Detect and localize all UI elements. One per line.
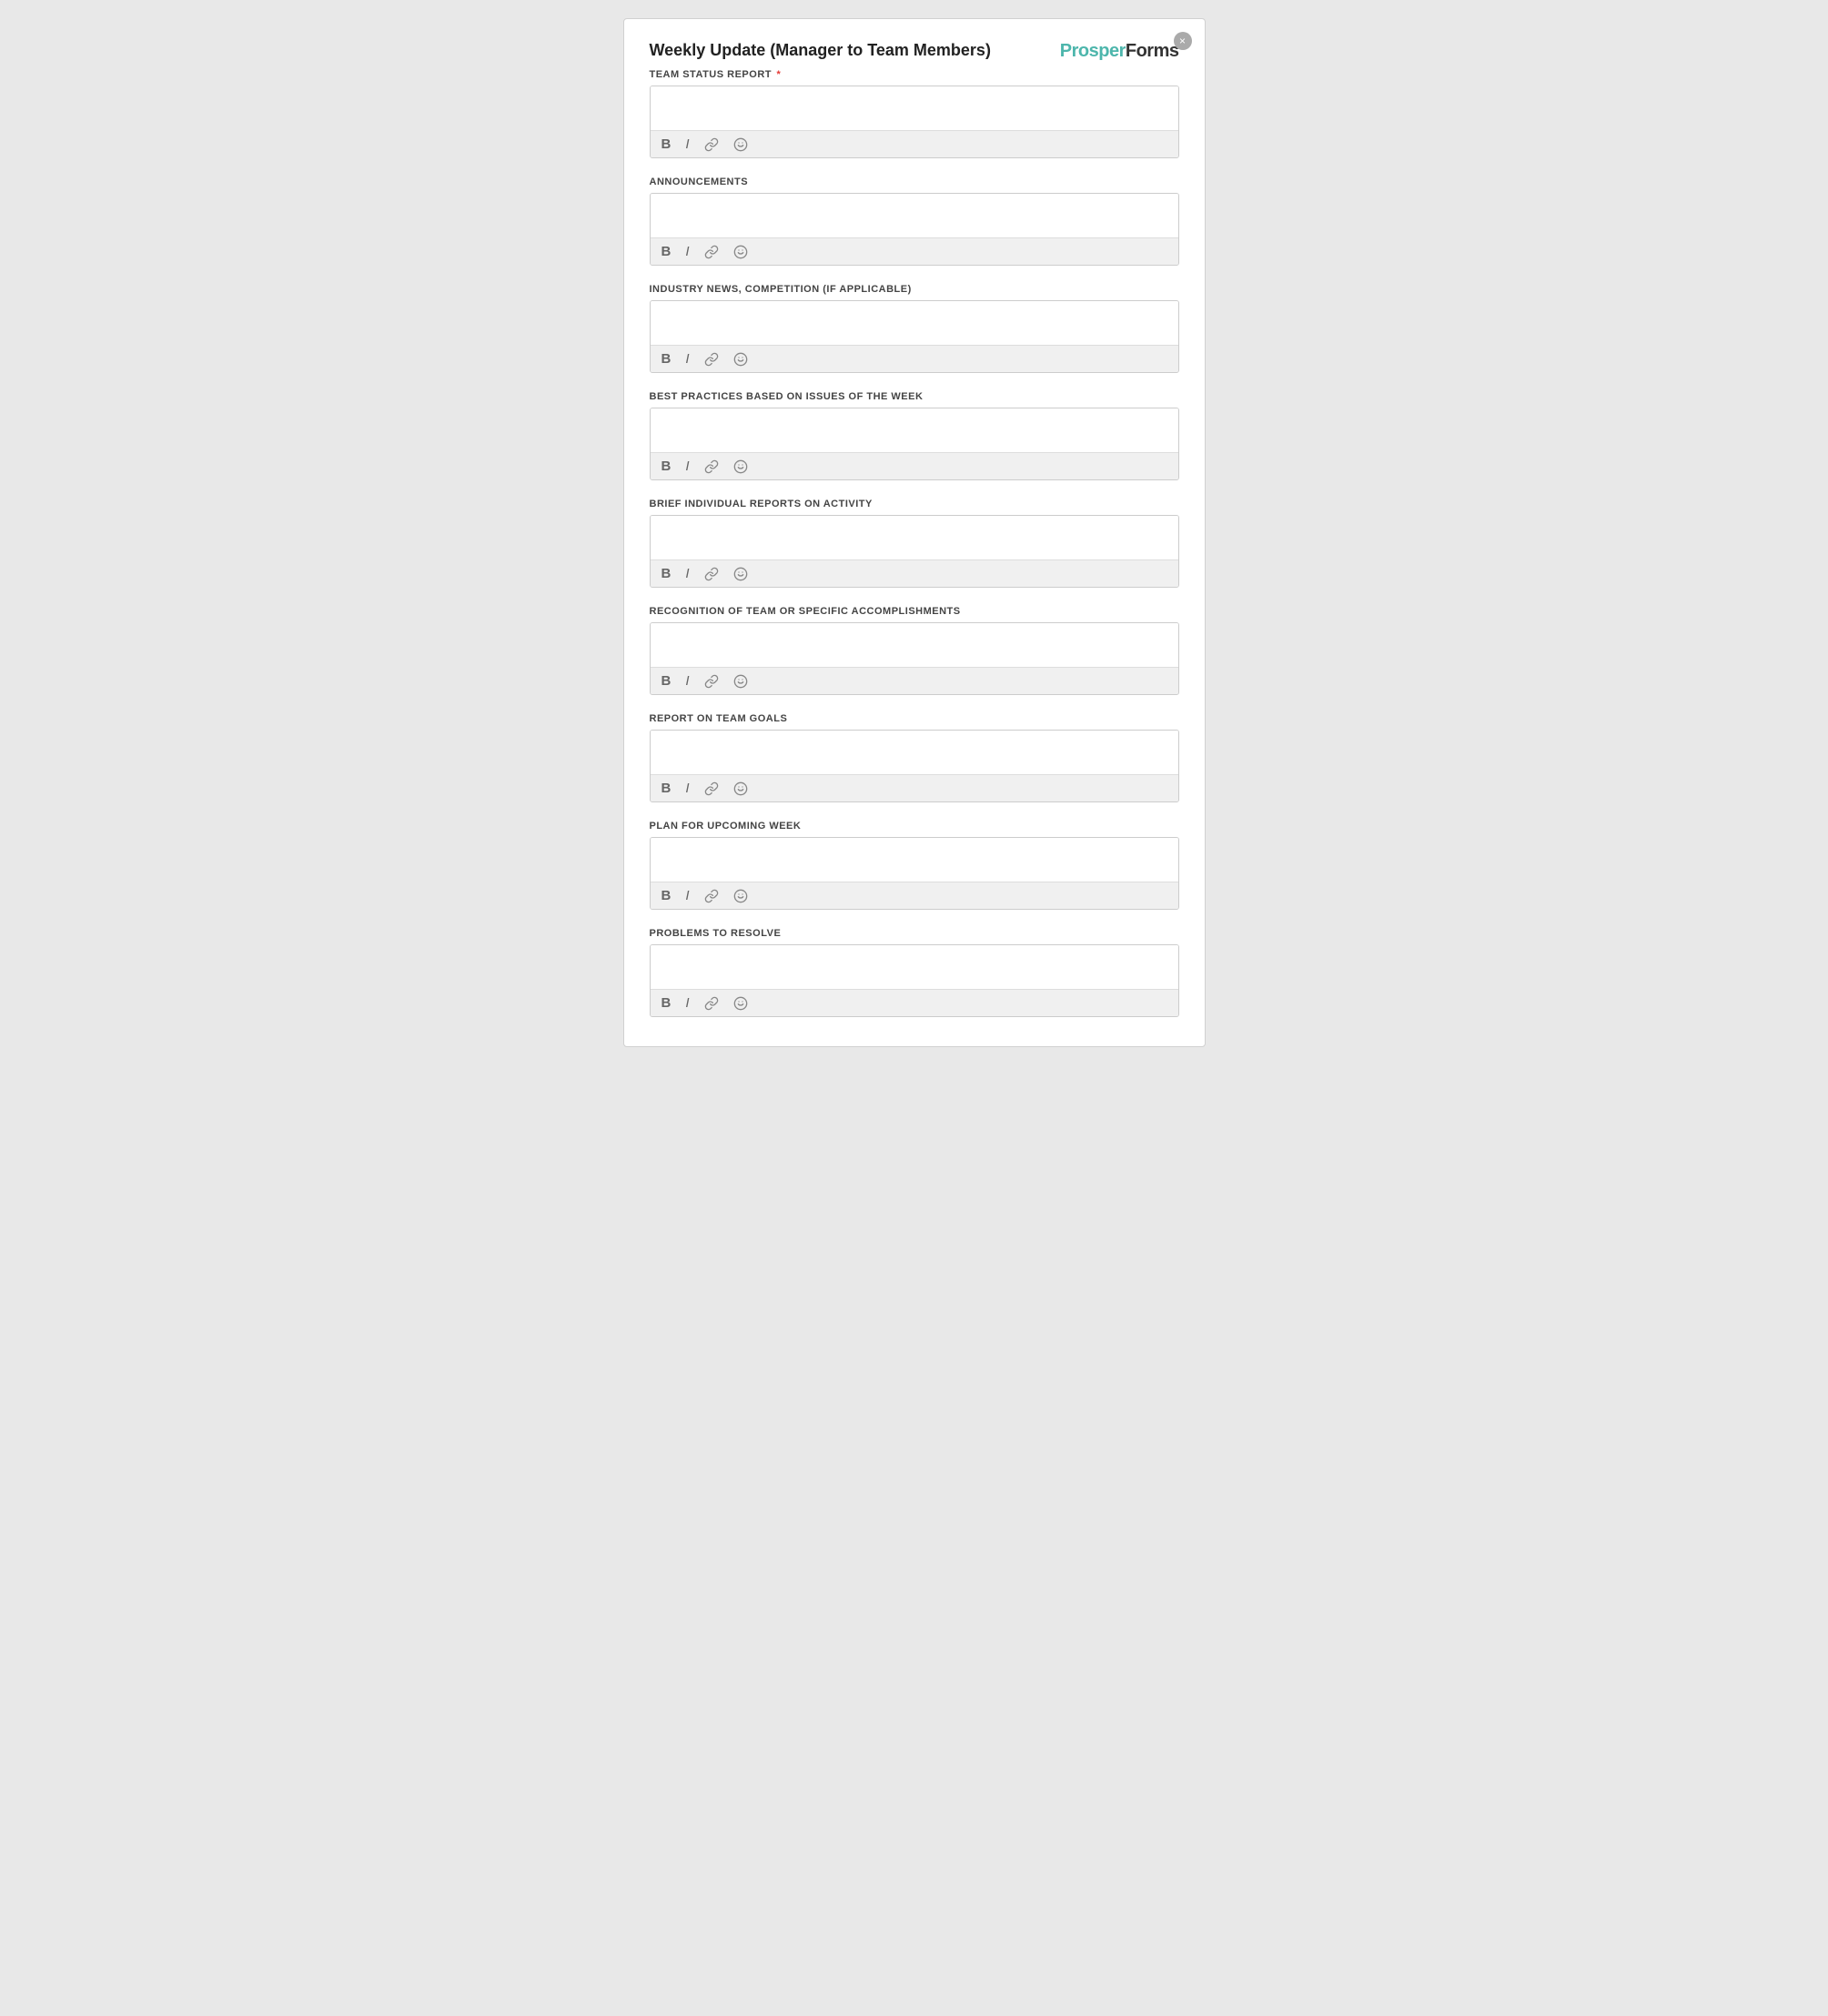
emoji-button[interactable] — [730, 672, 752, 690]
brand-forms: Forms — [1126, 41, 1179, 62]
emoji-button[interactable] — [730, 243, 752, 261]
bold-button[interactable]: B — [658, 135, 675, 154]
editor-wrapper-upcoming-week: BI — [650, 837, 1179, 910]
italic-button[interactable]: I — [682, 993, 692, 1013]
toolbar-industry-news: BI — [651, 345, 1178, 372]
section-announcements: ANNOUNCEMENTS BI — [650, 176, 1179, 266]
label-announcements: ANNOUNCEMENTS — [650, 176, 1179, 187]
title-text: Weekly Update (Manager to Team Members) — [650, 41, 991, 60]
section-problems: PROBLEMS TO RESOLVE BI — [650, 928, 1179, 1017]
textarea-recognition[interactable] — [651, 623, 1178, 667]
editor-wrapper-announcements: BI — [650, 193, 1179, 266]
bold-button[interactable]: B — [658, 671, 675, 690]
link-button[interactable] — [701, 672, 722, 690]
emoji-button[interactable] — [730, 350, 752, 368]
section-individual-reports: BRIEF INDIVIDUAL REPORTS ON ACTIVITY BI — [650, 499, 1179, 588]
label-best-practices: BEST PRACTICES BASED ON ISSUES OF THE WE… — [650, 391, 1179, 402]
section-team-status-report: TEAM STATUS REPORT * BI — [650, 69, 1179, 158]
bold-button[interactable]: B — [658, 457, 675, 476]
emoji-button[interactable] — [730, 780, 752, 798]
label-individual-reports: BRIEF INDIVIDUAL REPORTS ON ACTIVITY — [650, 499, 1179, 509]
italic-button[interactable]: I — [682, 457, 692, 476]
textarea-team-status-report[interactable] — [651, 86, 1178, 130]
bold-button[interactable]: B — [658, 349, 675, 368]
section-industry-news: INDUSTRY NEWS, COMPETITION (IF APPLICABL… — [650, 284, 1179, 373]
toolbar-recognition: BI — [651, 667, 1178, 694]
emoji-button[interactable] — [730, 136, 752, 154]
label-upcoming-week: PLAN FOR UPCOMING WEEK — [650, 821, 1179, 832]
section-upcoming-week: PLAN FOR UPCOMING WEEK BI — [650, 821, 1179, 910]
link-button[interactable] — [701, 458, 722, 476]
textarea-individual-reports[interactable] — [651, 516, 1178, 559]
emoji-button[interactable] — [730, 887, 752, 905]
editor-wrapper-team-goals: BI — [650, 730, 1179, 802]
section-recognition: RECOGNITION OF TEAM OR SPECIFIC ACCOMPLI… — [650, 606, 1179, 695]
italic-button[interactable]: I — [682, 671, 692, 690]
textarea-announcements[interactable] — [651, 194, 1178, 237]
link-button[interactable] — [701, 780, 722, 798]
required-star: * — [773, 69, 781, 80]
bold-button[interactable]: B — [658, 993, 675, 1013]
brand-logo: ProsperForms — [1060, 41, 1179, 62]
toolbar-team-goals: BI — [651, 774, 1178, 801]
editor-wrapper-team-status-report: BI — [650, 86, 1179, 158]
link-button[interactable] — [701, 136, 722, 154]
section-best-practices: BEST PRACTICES BASED ON ISSUES OF THE WE… — [650, 391, 1179, 480]
bold-button[interactable]: B — [658, 779, 675, 798]
textarea-upcoming-week[interactable] — [651, 838, 1178, 882]
toolbar-individual-reports: BI — [651, 559, 1178, 587]
toolbar-team-status-report: BI — [651, 130, 1178, 157]
form-title: Weekly Update (Manager to Team Members) — [650, 41, 991, 60]
link-button[interactable] — [701, 565, 722, 583]
editor-wrapper-recognition: BI — [650, 622, 1179, 695]
link-button[interactable] — [701, 994, 722, 1013]
textarea-problems[interactable] — [651, 945, 1178, 989]
toolbar-problems: BI — [651, 989, 1178, 1016]
emoji-button[interactable] — [730, 994, 752, 1013]
section-team-goals: REPORT ON TEAM GOALS BI — [650, 713, 1179, 802]
bold-button[interactable]: B — [658, 886, 675, 905]
label-team-goals: REPORT ON TEAM GOALS — [650, 713, 1179, 724]
emoji-button[interactable] — [730, 565, 752, 583]
italic-button[interactable]: I — [682, 564, 692, 583]
bold-button[interactable]: B — [658, 242, 675, 261]
brand-prosper: Prosper — [1060, 41, 1126, 62]
italic-button[interactable]: I — [682, 242, 692, 261]
editor-wrapper-best-practices: BI — [650, 408, 1179, 480]
textarea-industry-news[interactable] — [651, 301, 1178, 345]
label-problems: PROBLEMS TO RESOLVE — [650, 928, 1179, 939]
sections-container: TEAM STATUS REPORT *BIANNOUNCEMENTSBIIND… — [650, 69, 1179, 1017]
textarea-best-practices[interactable] — [651, 408, 1178, 452]
toolbar-announcements: BI — [651, 237, 1178, 265]
link-button[interactable] — [701, 350, 722, 368]
form-header: Weekly Update (Manager to Team Members) … — [650, 41, 1179, 62]
textarea-team-goals[interactable] — [651, 731, 1178, 774]
italic-button[interactable]: I — [682, 349, 692, 368]
editor-wrapper-individual-reports: BI — [650, 515, 1179, 588]
label-industry-news: INDUSTRY NEWS, COMPETITION (IF APPLICABL… — [650, 284, 1179, 295]
label-team-status-report: TEAM STATUS REPORT * — [650, 69, 1179, 80]
link-button[interactable] — [701, 887, 722, 905]
close-button[interactable]: × — [1174, 32, 1192, 50]
form-container: Weekly Update (Manager to Team Members) … — [623, 18, 1206, 1047]
editor-wrapper-industry-news: BI — [650, 300, 1179, 373]
label-recognition: RECOGNITION OF TEAM OR SPECIFIC ACCOMPLI… — [650, 606, 1179, 617]
emoji-button[interactable] — [730, 458, 752, 476]
italic-button[interactable]: I — [682, 779, 692, 798]
editor-wrapper-problems: BI — [650, 944, 1179, 1017]
toolbar-upcoming-week: BI — [651, 882, 1178, 909]
toolbar-best-practices: BI — [651, 452, 1178, 479]
bold-button[interactable]: B — [658, 564, 675, 583]
link-button[interactable] — [701, 243, 722, 261]
italic-button[interactable]: I — [682, 886, 692, 905]
italic-button[interactable]: I — [682, 135, 692, 154]
